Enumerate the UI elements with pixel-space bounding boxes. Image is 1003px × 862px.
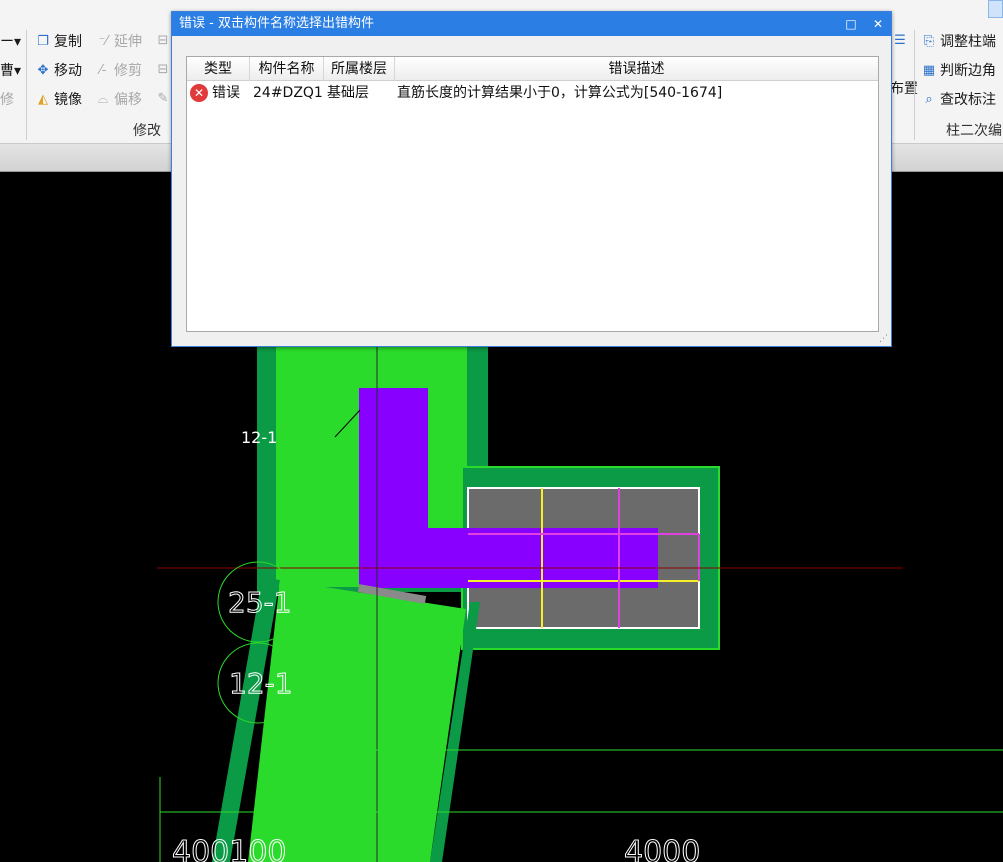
layout-top-icon: ☰ xyxy=(894,33,906,48)
close-icon: ✕ xyxy=(872,17,884,31)
resize-grip-icon[interactable]: ⋰ xyxy=(879,334,888,344)
extend-label: 延伸 xyxy=(114,34,142,50)
column-header-component[interactable]: 构件名称 xyxy=(250,57,324,81)
ribbon-cut-left-3[interactable]: 修 xyxy=(0,91,14,109)
mirror-icon: ◭ xyxy=(38,92,48,107)
move-label: 移动 xyxy=(54,63,82,79)
error-list-grid[interactable]: 类型 构件名称 所属楼层 错误描述 ✕ 错误 24#DZQ1 基础层 直筋长度的计… xyxy=(186,56,879,332)
modify-group-label: 修改 xyxy=(133,123,161,139)
dimension-text-right: 4000 xyxy=(624,835,700,862)
table-row[interactable]: ✕ 错误 24#DZQ1 基础层 直筋长度的计算结果小于0，计算公式为[540-1… xyxy=(187,82,878,104)
mirror-button[interactable]: ◭ 镜像 xyxy=(35,91,82,109)
ribbon-cut-left-1[interactable]: ー▾ xyxy=(0,33,21,51)
cell-floor[interactable]: 基础层 xyxy=(324,82,395,104)
error-icon: ✕ xyxy=(190,84,208,102)
corner-help-icon[interactable] xyxy=(988,0,1003,18)
extend-icon: ⁻⁄ xyxy=(98,34,108,49)
copy-button[interactable]: ❐ 复制 xyxy=(35,33,82,51)
offset-icon: ⌓ xyxy=(97,92,109,107)
error-dialog-title-bar[interactable]: 错误 - 双击构件名称选择出错构件 xyxy=(172,12,891,36)
mirror-label: 镜像 xyxy=(54,92,82,108)
column-header-floor[interactable]: 所属楼层 xyxy=(324,57,395,81)
trim-icon: ⁄- xyxy=(99,63,107,78)
error-dialog-title: 错误 - 双击构件名称选择出错构件 xyxy=(179,16,374,31)
modify-annotation-label: 查改标注 xyxy=(940,92,996,108)
column-secondary-group-label: 柱二次编 xyxy=(946,123,1002,139)
label-25-1: 25-1 xyxy=(228,586,292,619)
column-header-description[interactable]: 错误描述 xyxy=(395,57,878,81)
adjust-column-end-button[interactable]: ⎘ 调整柱端 xyxy=(921,33,996,51)
maximize-button[interactable]: □ xyxy=(842,15,860,33)
judge-corner-label: 判断边角 xyxy=(940,63,996,79)
maximize-icon: □ xyxy=(845,17,857,31)
ribbon-separator-right xyxy=(914,30,915,140)
move-icon: ✥ xyxy=(37,63,49,78)
move-button[interactable]: ✥ 移动 xyxy=(35,62,82,80)
extend-button[interactable]: ⁻⁄ 延伸 xyxy=(95,33,142,51)
modify-annotation-button[interactable]: ⌕ 查改标注 xyxy=(921,91,996,109)
grid-icon: ▦ xyxy=(922,63,936,78)
label-12-1-small: 12-1 xyxy=(241,428,277,447)
offset-label: 偏移 xyxy=(114,92,142,108)
annotation-search-icon: ⌕ xyxy=(925,92,933,107)
copy-label: 复制 xyxy=(54,34,82,50)
cell-type[interactable]: ✕ 错误 xyxy=(187,82,250,104)
ribbon-separator xyxy=(26,30,27,140)
trim-button[interactable]: ⁄- 修剪 xyxy=(95,62,142,80)
lower-wall-fill[interactable] xyxy=(248,580,466,862)
offset-button[interactable]: ⌓ 偏移 xyxy=(95,91,142,109)
label-12-1-circle: 12-1 xyxy=(229,667,293,700)
align-mid-icon: ⊟ xyxy=(157,62,169,77)
column-header-type[interactable]: 类型 xyxy=(187,57,250,81)
adjust-column-end-label: 调整柱端 xyxy=(940,34,996,50)
trim-label: 修剪 xyxy=(114,63,142,79)
align-top-icon: ⊟ xyxy=(157,33,169,48)
cell-description[interactable]: 直筋长度的计算结果小于0，计算公式为[540-1674] xyxy=(395,82,878,104)
copy-icon: ❐ xyxy=(37,34,49,49)
cell-component[interactable]: 24#DZQ1 xyxy=(250,82,324,104)
adjust-column-end-icon: ⎘ xyxy=(923,34,935,49)
dimension-text-left: 400100 xyxy=(172,835,287,862)
judge-corner-button[interactable]: ▦ 判断边角 xyxy=(921,62,996,80)
error-dialog[interactable]: 错误 - 双击构件名称选择出错构件 □ ✕ 类型 构件名称 所属楼层 错误描述 … xyxy=(171,11,892,347)
app-window: ー▾ 曹▾ 修 ❐ 复制 ⁻⁄ 延伸 ⊟ ✥ 移动 ⁄- 修剪 ⊟ ◭ 镜像 ⌓… xyxy=(0,0,1003,862)
cell-type-text: 错误 xyxy=(212,85,240,101)
layout-top-icon-button[interactable]: ☰ xyxy=(892,33,911,49)
ribbon-cut-left-2[interactable]: 曹▾ xyxy=(0,62,21,80)
close-button[interactable]: ✕ xyxy=(869,15,887,33)
edit-icon: ✎ xyxy=(157,91,169,106)
error-list-header: 类型 构件名称 所属楼层 错误描述 xyxy=(187,57,878,81)
